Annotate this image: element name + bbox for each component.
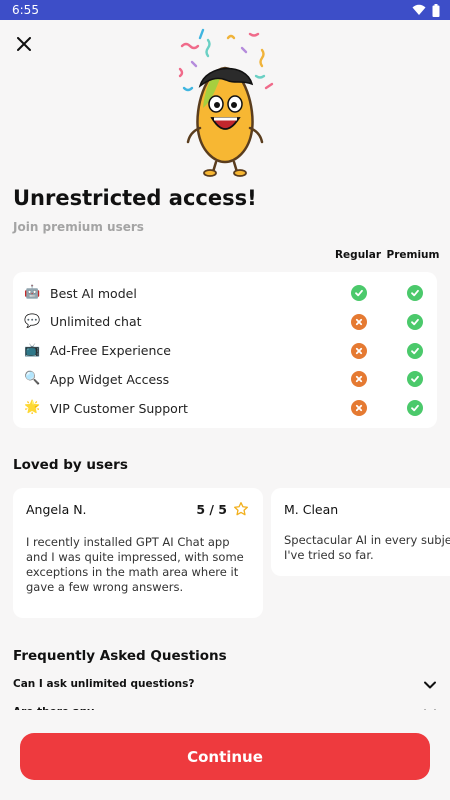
- review-text: Spectacular AI in every subject I've tri…: [284, 533, 450, 562]
- faq-section-title: Frequently Asked Questions: [13, 648, 227, 664]
- check-icon: [407, 285, 423, 301]
- feature-row: 📺 Ad-Free Experience: [13, 337, 437, 365]
- column-header-premium: Premium: [386, 249, 440, 261]
- feature-label: VIP Customer Support: [50, 400, 188, 416]
- feature-label: App Widget Access: [50, 371, 170, 387]
- review-card: Angela N. 5 / 5 I recently installed GPT…: [13, 488, 263, 618]
- wifi-icon: [412, 4, 426, 15]
- feature-row: 🌟 VIP Customer Support: [13, 394, 437, 422]
- comparison-column-headers: Regular Premium: [0, 249, 450, 265]
- magnifier-icon: 🔍: [24, 371, 41, 387]
- feature-row: 💬 Unlimited chat: [13, 308, 437, 336]
- check-icon: [351, 285, 367, 301]
- star-burst-icon: 🌟: [24, 400, 41, 416]
- status-time: 6:55: [12, 3, 39, 17]
- reviewer-name: M. Clean: [284, 502, 339, 517]
- check-icon: [407, 400, 423, 417]
- feature-row: 🤖 Best AI model: [13, 279, 437, 307]
- cross-icon: [351, 313, 367, 330]
- page-title: Unrestricted access!: [13, 186, 257, 210]
- faq-item[interactable]: Can I ask unlimited questions?: [13, 678, 437, 690]
- cross-icon: [351, 400, 367, 417]
- chat-icon: 💬: [24, 313, 41, 329]
- premium-screen: Unrestricted access! Join premium users …: [0, 20, 450, 800]
- feature-label: Ad-Free Experience: [50, 343, 171, 359]
- cross-icon: [351, 371, 367, 388]
- status-bar: 6:55: [0, 0, 450, 20]
- review-card: M. Clean Spectacular AI in every subject…: [271, 488, 450, 576]
- feature-label: Unlimited chat: [50, 314, 142, 330]
- tv-icon: 📺: [24, 342, 41, 358]
- rating-value: 5 / 5: [196, 501, 227, 517]
- check-icon: [407, 313, 423, 330]
- feature-row: 🔍 App Widget Access: [13, 365, 437, 393]
- close-icon: [17, 37, 31, 51]
- review-text: I recently installed GPT AI Chat app and…: [26, 535, 244, 594]
- cross-icon: [351, 342, 367, 359]
- check-icon: [407, 371, 423, 388]
- feature-label: Best AI model: [50, 285, 137, 301]
- continue-button[interactable]: Continue: [20, 733, 430, 780]
- close-button[interactable]: [12, 32, 36, 56]
- chevron-down-icon: [424, 681, 436, 689]
- page-subtitle: Join premium users: [13, 220, 144, 234]
- review-rating: 5 / 5: [196, 501, 249, 517]
- star-outline-icon: [234, 502, 248, 516]
- faq-question: Can I ask unlimited questions?: [13, 678, 195, 690]
- battery-icon: [432, 3, 440, 17]
- mascot-illustration: [178, 28, 274, 177]
- robot-icon: 🤖: [24, 285, 41, 300]
- check-icon: [407, 342, 423, 359]
- reviews-section-title: Loved by users: [13, 457, 128, 473]
- comparison-table: 🤖 Best AI model 💬 Unlimited chat 📺 Ad-Free Ex…: [13, 272, 437, 428]
- column-header-regular: Regular: [334, 249, 382, 261]
